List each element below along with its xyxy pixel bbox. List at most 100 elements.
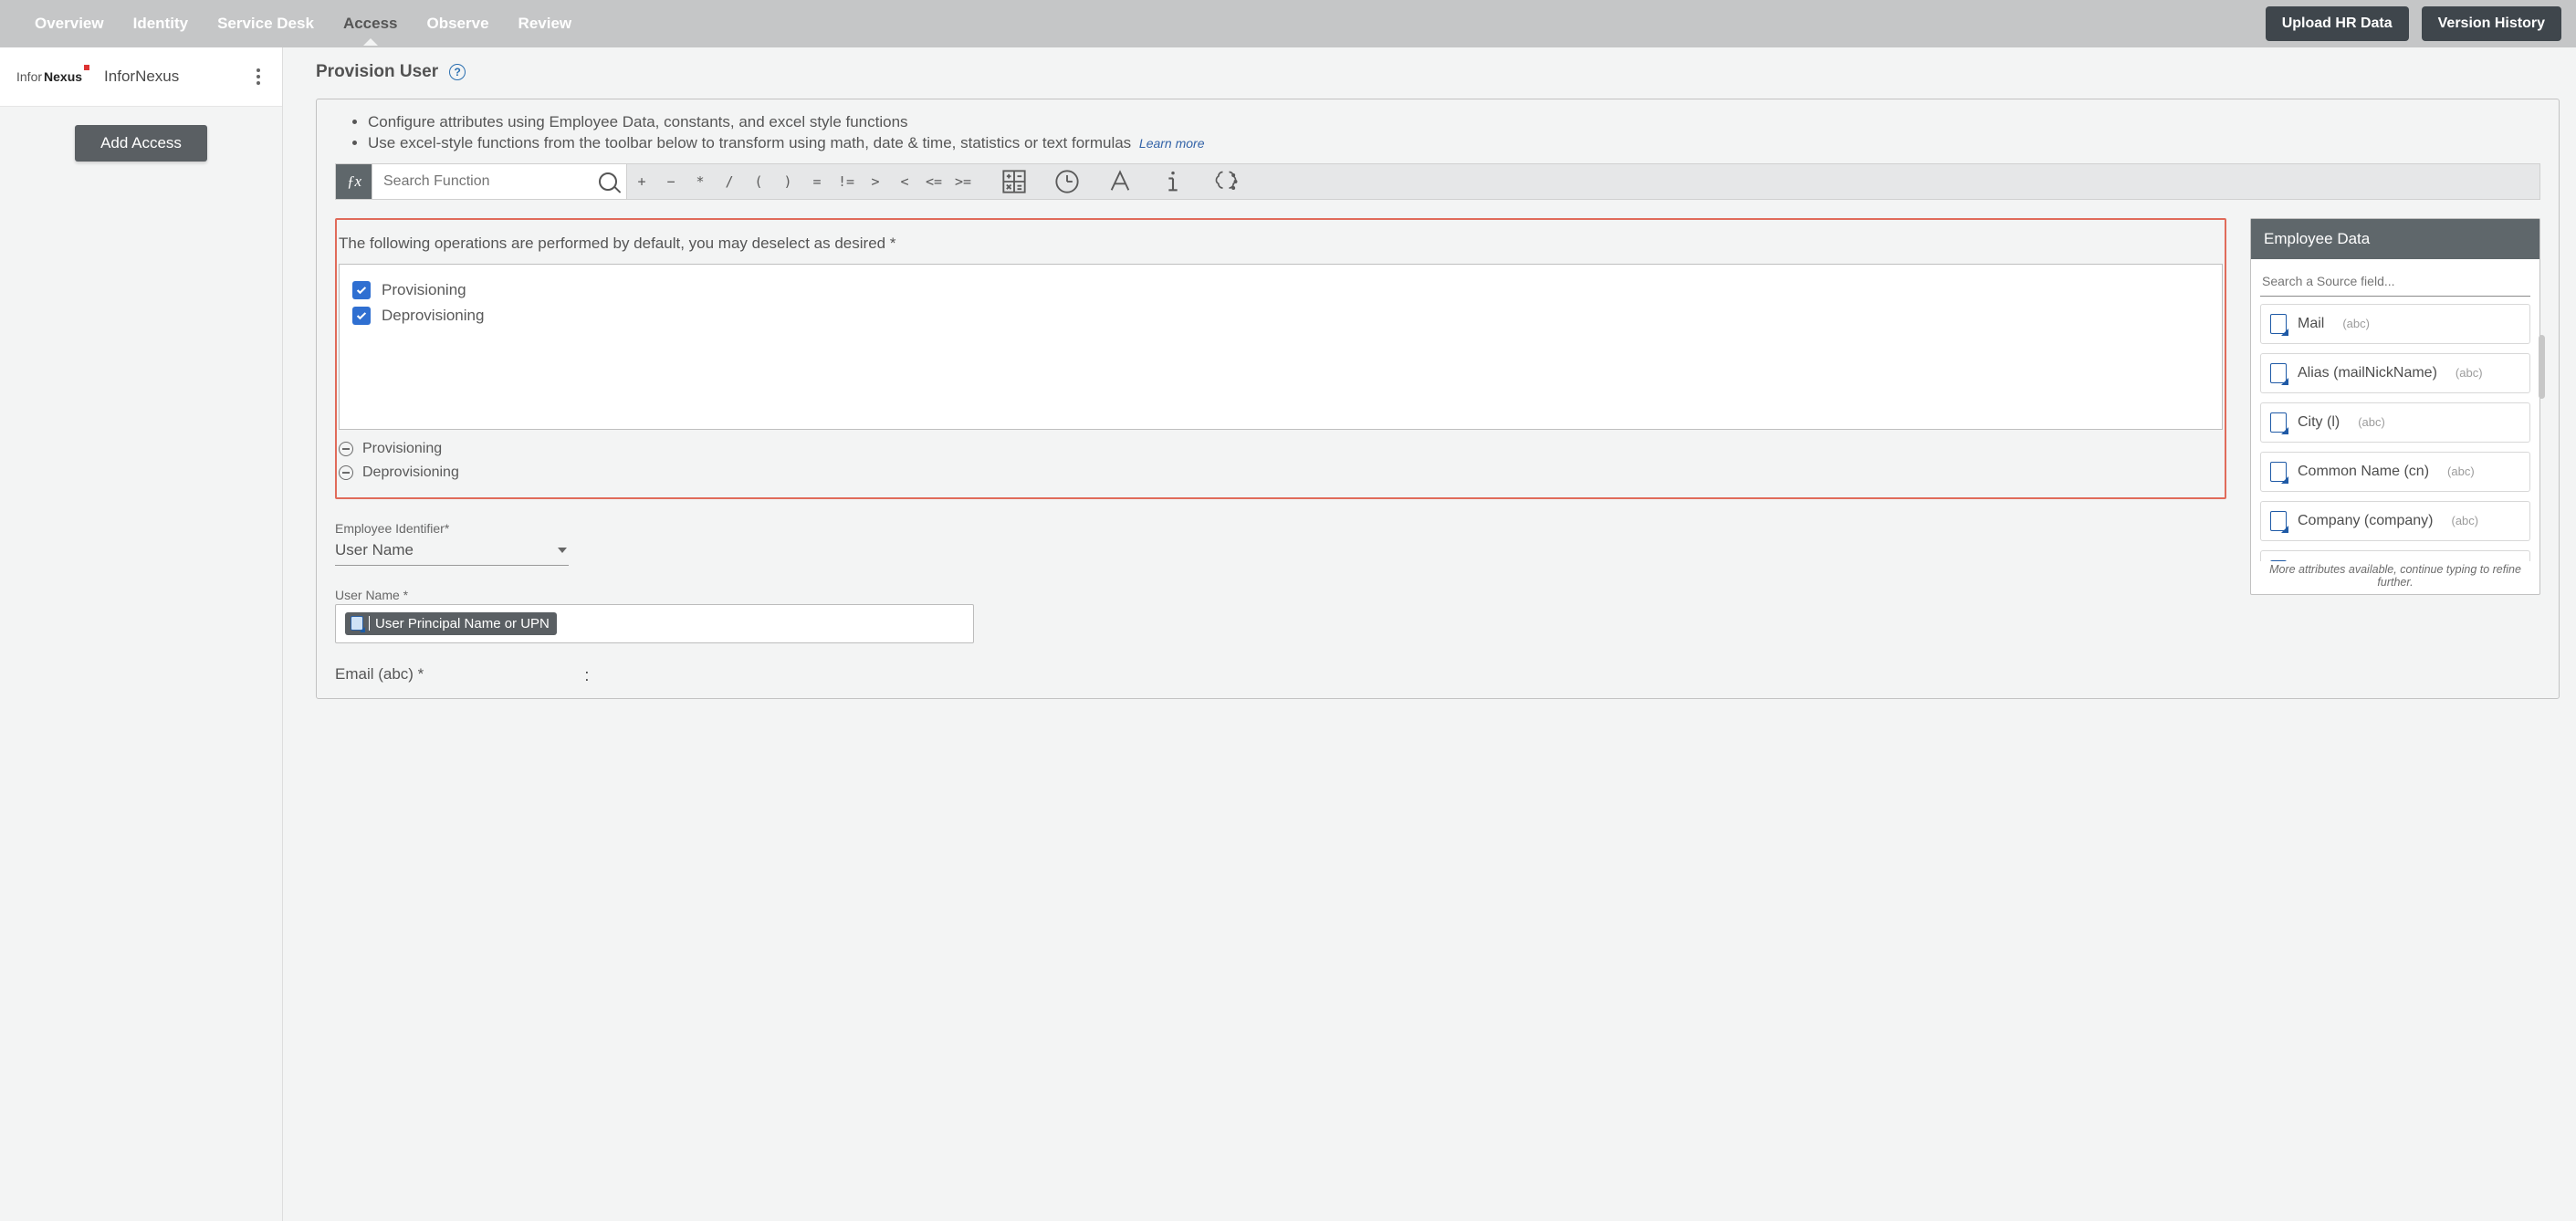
op-gt[interactable]: > xyxy=(861,173,890,190)
attribute-icon xyxy=(351,616,363,631)
top-nav: Overview Identity Service Desk Access Ob… xyxy=(0,0,2576,47)
op-lte[interactable]: <= xyxy=(919,173,948,190)
info-line-2-text: Use excel-style functions from the toolb… xyxy=(368,134,1131,151)
main-content: Provision User ? Configure attributes us… xyxy=(283,47,2576,1221)
user-name-input[interactable]: User Principal Name or UPN xyxy=(335,604,974,643)
help-icon[interactable]: ? xyxy=(449,64,466,80)
brain-icon[interactable] xyxy=(1213,169,1239,194)
checkbox-icon xyxy=(352,281,371,299)
chip-provisioning[interactable]: Provisioning xyxy=(339,437,2223,461)
checkbox-label: Provisioning xyxy=(382,281,466,299)
scrollbar-thumb[interactable] xyxy=(2539,335,2545,399)
learn-more-link[interactable]: Learn more xyxy=(1139,136,1205,151)
tab-service-desk[interactable]: Service Desk xyxy=(204,2,327,46)
operators: + − * / ( ) = != > < <= >= xyxy=(627,164,978,199)
employee-data-footer: More attributes available, continue typi… xyxy=(2251,561,2539,594)
emp-item-country-code[interactable]: Country Code (c) (abc) xyxy=(2260,550,2530,561)
emp-item-name: Common Name (cn) xyxy=(2298,464,2429,480)
emp-item-cn[interactable]: Common Name (cn) (abc) xyxy=(2260,452,2530,492)
clock-icon[interactable] xyxy=(1054,169,1080,194)
page-title: Provision User xyxy=(316,62,438,82)
emp-item-mail[interactable]: Mail (abc) xyxy=(2260,304,2530,344)
fx-icon: ƒx xyxy=(336,164,372,199)
emp-item-type: (abc) xyxy=(2447,464,2475,478)
tab-access[interactable]: Access xyxy=(330,2,411,46)
logo-text-bold: Nexus xyxy=(44,70,82,83)
emp-item-type: (abc) xyxy=(2452,514,2479,527)
logo-dot-icon xyxy=(84,65,89,70)
token-text: User Principal Name or UPN xyxy=(375,616,550,631)
op-plus[interactable]: + xyxy=(627,173,656,190)
info-icon[interactable] xyxy=(1160,169,1186,194)
emp-item-company[interactable]: Company (company) (abc) xyxy=(2260,501,2530,541)
function-search-input[interactable] xyxy=(372,164,599,199)
email-label: Email (abc) * xyxy=(335,665,424,684)
emp-item-type: (abc) xyxy=(2358,415,2385,429)
employee-data-list[interactable]: Mail (abc) Alias (mailNickName) (abc) xyxy=(2251,297,2539,561)
emp-item-name: Alias (mailNickName) xyxy=(2298,365,2437,381)
tab-observe[interactable]: Observe xyxy=(414,2,502,46)
chip-label: Deprovisioning xyxy=(362,464,459,481)
app-row[interactable]: Infor Nexus InforNexus xyxy=(0,47,282,107)
employee-identifier-select[interactable]: User Name xyxy=(335,537,569,566)
info-list: Configure attributes using Employee Data… xyxy=(335,112,2540,154)
app-name: InforNexus xyxy=(104,68,249,86)
add-access-button[interactable]: Add Access xyxy=(75,125,207,162)
function-toolbar: ƒx + − * / ( ) = != > xyxy=(335,163,2540,200)
sidebar: Infor Nexus InforNexus Add Access xyxy=(0,47,283,1221)
employee-identifier-label: Employee Identifier* xyxy=(335,521,2226,536)
app-menu-kebab-icon[interactable] xyxy=(249,68,267,85)
emp-item-city[interactable]: City (l) (abc) xyxy=(2260,402,2530,443)
tab-overview[interactable]: Overview xyxy=(22,2,117,46)
attribute-icon xyxy=(2270,412,2287,433)
nav-tabs: Overview Identity Service Desk Access Ob… xyxy=(22,2,2260,46)
emp-item-name: City (l) xyxy=(2298,414,2340,431)
op-div[interactable]: / xyxy=(715,173,744,190)
text-icon[interactable] xyxy=(1107,169,1133,194)
op-neq[interactable]: != xyxy=(832,173,861,190)
math-grid-icon[interactable] xyxy=(1001,169,1027,194)
version-history-button[interactable]: Version History xyxy=(2422,6,2561,41)
attribute-icon xyxy=(2270,462,2287,482)
remove-icon xyxy=(339,465,353,480)
tab-review[interactable]: Review xyxy=(506,2,585,46)
checkbox-deprovisioning[interactable]: Deprovisioning xyxy=(352,303,2209,329)
chip-deprovisioning[interactable]: Deprovisioning xyxy=(339,461,2223,485)
email-colon: : xyxy=(429,666,589,685)
employee-data-panel: Employee Data Mail (abc) xyxy=(2250,218,2540,595)
checkbox-provisioning[interactable]: Provisioning xyxy=(352,277,2209,303)
emp-item-name: Company (company) xyxy=(2298,513,2434,529)
emp-item-type: (abc) xyxy=(2342,317,2370,330)
operations-intro: The following operations are performed b… xyxy=(339,235,2223,264)
tab-identity[interactable]: Identity xyxy=(120,2,201,46)
info-line-1: Configure attributes using Employee Data… xyxy=(368,112,2540,133)
remove-icon xyxy=(339,442,353,456)
attribute-icon xyxy=(2270,560,2287,561)
op-eq[interactable]: = xyxy=(802,173,832,190)
op-rparen[interactable]: ) xyxy=(773,173,802,190)
employee-data-header: Employee Data xyxy=(2251,219,2539,259)
attribute-icon xyxy=(2270,363,2287,383)
chip-label: Provisioning xyxy=(362,441,442,457)
op-minus[interactable]: − xyxy=(656,173,686,190)
op-mult[interactable]: * xyxy=(686,173,715,190)
chevron-down-icon xyxy=(558,548,567,553)
employee-data-search-input[interactable] xyxy=(2260,268,2530,297)
search-icon[interactable] xyxy=(599,172,617,191)
emp-item-name: Mail xyxy=(2298,316,2324,332)
attribute-icon xyxy=(2270,511,2287,531)
function-search-wrap xyxy=(372,163,627,200)
emp-item-alias[interactable]: Alias (mailNickName) (abc) xyxy=(2260,353,2530,393)
operations-outline: The following operations are performed b… xyxy=(335,218,2226,499)
infornexus-logo: Infor Nexus xyxy=(16,70,89,83)
op-lparen[interactable]: ( xyxy=(744,173,773,190)
op-lt[interactable]: < xyxy=(890,173,919,190)
user-name-label: User Name * xyxy=(335,588,2226,602)
op-gte[interactable]: >= xyxy=(948,173,978,190)
employee-identifier-value: User Name xyxy=(335,541,414,559)
config-panel: Configure attributes using Employee Data… xyxy=(316,99,2560,699)
info-line-2: Use excel-style functions from the toolb… xyxy=(368,133,2540,154)
emp-item-type: (abc) xyxy=(2456,366,2483,380)
upload-hr-data-button[interactable]: Upload HR Data xyxy=(2266,6,2409,41)
user-name-token[interactable]: User Principal Name or UPN xyxy=(345,612,557,635)
